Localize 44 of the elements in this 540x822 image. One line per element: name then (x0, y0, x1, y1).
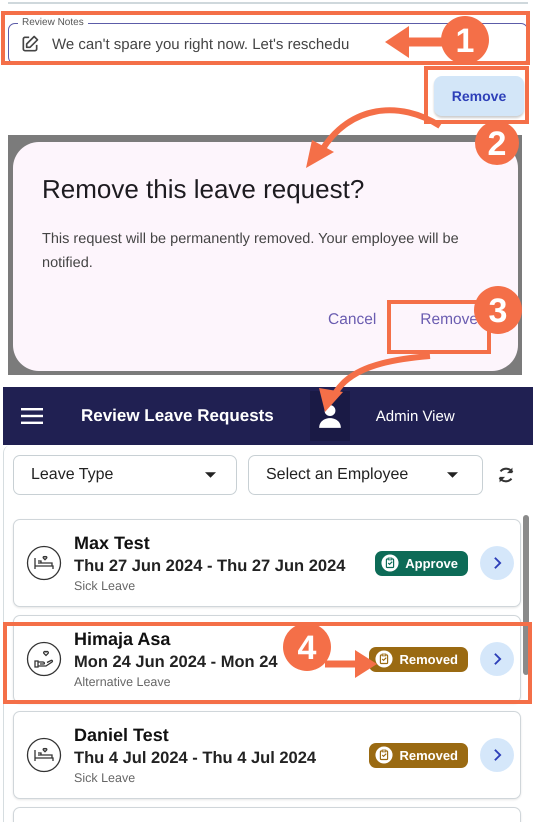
dropdown-caret-icon (205, 472, 216, 478)
chevron-right-icon (492, 652, 502, 666)
leave-type: Sick Leave (74, 579, 136, 593)
filter-dropdown[interactable]: Leave Type (13, 455, 237, 495)
dialog-message: This request will be permanently removed. Your employee will be notified. (42, 230, 460, 273)
notes-text: We can't spare you right now. Let's reschedu (52, 36, 350, 52)
filter-dropdown[interactable]: Select an Employee (248, 455, 483, 495)
open-details-button[interactable] (480, 642, 514, 676)
chevron-right-icon (492, 748, 502, 762)
status-badge: Approve (375, 550, 468, 576)
leave-type: Sick Leave (74, 771, 136, 785)
chevron-right-icon (492, 556, 502, 570)
dialog-title: Remove this leave request? (42, 174, 366, 205)
dropdown-caret-icon (447, 472, 458, 478)
leave-request-card[interactable]: Max Test Thu 27 Jun 2024 - Thu 27 Jun 2024 Sick Leave Approve (13, 519, 521, 607)
clipboard-icon (375, 746, 394, 764)
leave-request-card[interactable]: Daniel Test Thu 4 Jul 2024 - Thu 4 Jul 2024 Sick Leave Removed (13, 711, 521, 799)
clipboard-icon (381, 554, 400, 572)
annotation-arrow (325, 650, 377, 678)
date-range: Thu 27 Jun 2024 - Thu 27 Jun 2024 (74, 557, 346, 576)
app-title: Review Leave Requests (81, 406, 274, 426)
leave-type: Alternative Leave (74, 675, 171, 689)
dialog-button[interactable]: Cancel (328, 305, 376, 335)
status-badge: Removed (369, 646, 468, 672)
bed-icon (26, 737, 62, 773)
menu-icon[interactable] (21, 408, 43, 424)
employee-name: Himaja Asa (74, 629, 170, 650)
date-range: Thu 4 Jul 2024 - Thu 4 Jul 2024 (74, 749, 316, 768)
open-details-button[interactable] (480, 546, 514, 580)
status-badge: Removed (369, 742, 468, 768)
edit-icon (20, 34, 40, 54)
annotation-arrow (385, 26, 445, 58)
person-icon (316, 403, 343, 429)
account-label: Admin View (376, 408, 455, 424)
date-range: Mon 24 Jun 2024 - Mon 24 (74, 653, 278, 672)
step-badge: 2 (475, 121, 519, 165)
remove-button[interactable]: Remove (434, 76, 524, 116)
open-details-button[interactable] (480, 738, 514, 772)
step-badge: 1 (441, 16, 489, 64)
step-badge: 4 (283, 623, 331, 671)
bed-icon (26, 545, 62, 581)
clipboard-icon (375, 650, 394, 668)
employee-name: Daniel Test (74, 725, 169, 746)
employee-name: Max Test (74, 533, 150, 554)
